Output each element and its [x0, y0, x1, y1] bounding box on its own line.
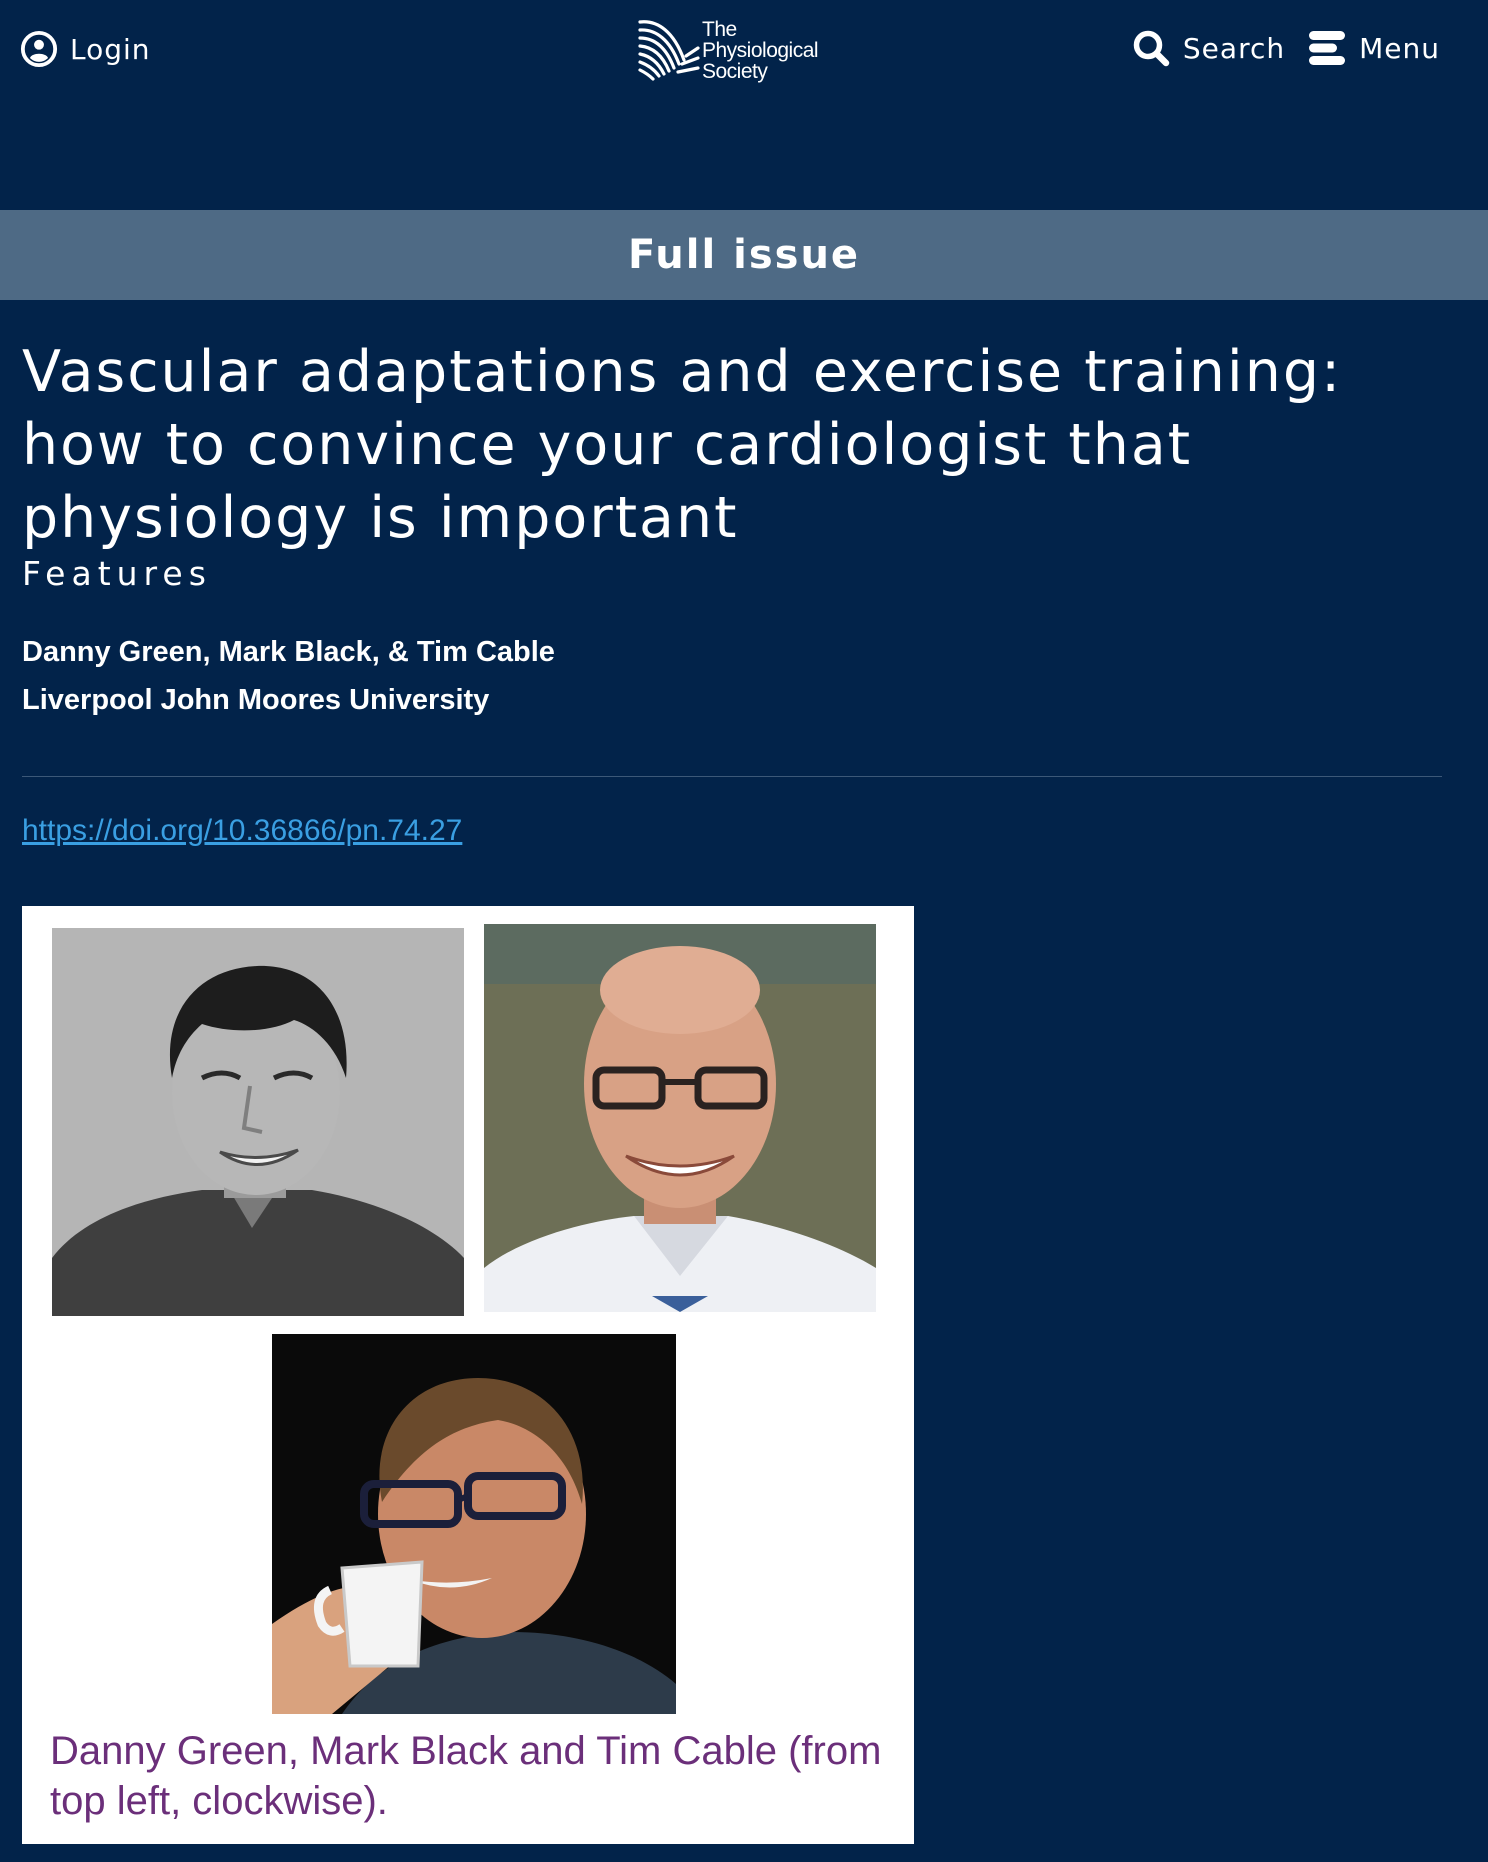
page: Login The Physiological Society Search M… — [0, 0, 1488, 1862]
header-actions: Search Menu — [1131, 28, 1440, 68]
figure-caption: Danny Green, Mark Black and Tim Cable (f… — [50, 1729, 882, 1823]
menu-label: Menu — [1359, 31, 1440, 65]
portrait-illustration — [484, 924, 876, 1312]
article-category: Features — [22, 554, 212, 593]
search-button[interactable]: Search — [1131, 28, 1285, 68]
author-photo-danny-green — [52, 928, 464, 1316]
menu-button[interactable]: Menu — [1307, 28, 1440, 68]
physiological-society-logo-icon — [638, 20, 700, 81]
portrait-illustration — [52, 928, 464, 1316]
divider — [22, 776, 1442, 777]
full-issue-banner[interactable]: Full issue — [0, 210, 1488, 300]
author-photo-tim-cable — [272, 1334, 676, 1714]
menu-icon — [1309, 31, 1346, 65]
author-photos-figure: Danny Green, Mark Black and Tim Cable (f… — [22, 906, 914, 1844]
login-button[interactable]: Login — [20, 30, 151, 68]
logo-text: The Physiological Society — [702, 17, 819, 83]
article-authors: Danny Green, Mark Black, & Tim Cable — [22, 636, 555, 668]
site-logo[interactable]: The Physiological Society — [636, 17, 819, 83]
logo-line-1: The — [702, 17, 737, 41]
user-circle-icon — [20, 30, 58, 68]
article-affiliation: Liverpool John Moores University — [22, 684, 490, 716]
article-title: Vascular adaptations and exercise traini… — [22, 339, 1343, 551]
logo-line-2: Physiological — [702, 38, 819, 62]
site-header: Login The Physiological Society Search M… — [0, 0, 1488, 100]
portrait-illustration — [272, 1334, 676, 1714]
search-icon — [1133, 30, 1170, 67]
full-issue-label: Full issue — [627, 232, 861, 278]
logo-line-3: Society — [702, 59, 768, 83]
login-label: Login — [70, 32, 151, 66]
search-label: Search — [1182, 31, 1286, 65]
author-photo-mark-black — [484, 924, 876, 1312]
doi-link[interactable]: https://doi.org/10.36866/pn.74.27 — [22, 814, 462, 848]
